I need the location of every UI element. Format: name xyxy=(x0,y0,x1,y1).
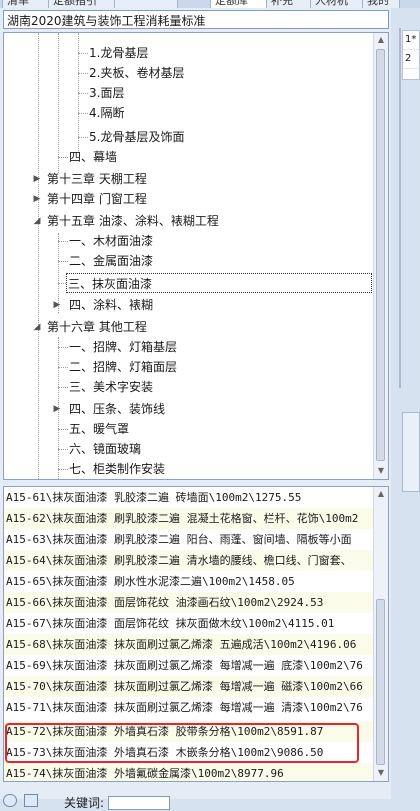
tree-connector xyxy=(78,93,88,94)
tree-node-chapter[interactable]: 第十六章 其他工程 xyxy=(46,317,148,337)
tree-node[interactable]: 一、木材面油漆 xyxy=(68,231,154,251)
splitter[interactable] xyxy=(399,28,401,388)
list-item[interactable]: A15-68\抹灰面油漆 抹灰面刷过氯乙烯漆 五遍成活\100m2\4196.0… xyxy=(4,634,374,655)
tree-node[interactable]: 四、涂料、裱糊 xyxy=(68,295,154,315)
list-item[interactable]: A15-70\抹灰面油漆 抹灰面刷过氯乙烯漆 每增减一遍 磁漆\100m2\66 xyxy=(4,676,374,697)
keyword-input[interactable] xyxy=(108,796,170,810)
tree-node[interactable]: 四、幕墙 xyxy=(68,147,118,167)
list-item[interactable]: A15-74\抹灰面油漆 外墙氟碳金属漆\100m2\8977.96 xyxy=(4,763,374,781)
tree-node[interactable]: 5.龙骨基层及饰面 xyxy=(88,127,185,147)
list-item[interactable]: A15-69\抹灰面油漆 抹灰面刷过氯乙烯漆 每增减一遍 底漆\100m2\76 xyxy=(4,655,374,676)
tree-connector xyxy=(58,469,68,470)
tree-node-chapter[interactable]: 第十四章 门窗工程 xyxy=(46,189,148,209)
tree-connector xyxy=(58,33,59,173)
list-item[interactable]: A15-65\抹灰面油漆 刷水性水泥漆二遍\100m2\1458.05 xyxy=(4,571,374,592)
tree-node[interactable]: 1.龙骨基层 xyxy=(88,43,149,63)
collapse-chevron-icon[interactable]: ◢ xyxy=(32,322,42,332)
tree-connector xyxy=(78,137,88,138)
list-item[interactable]: A15-66\抹灰面油漆 面层饰花纹 油漆画石纹\100m2\2924.53 xyxy=(4,592,374,613)
expand-chevron-icon[interactable]: ▶ xyxy=(32,194,42,204)
tree-node[interactable]: 4.隔断 xyxy=(88,103,125,123)
tree-node[interactable]: 五、暖气罩 xyxy=(68,419,130,439)
keyword-label: 关键词: xyxy=(64,796,105,810)
chapter-tree: 1.龙骨基层 2.夹板、卷材基层 3.面层 4.隔断 5.龙骨基层及饰面 四、幕… xyxy=(3,32,389,480)
tree-connector xyxy=(78,73,88,74)
tree-connector xyxy=(58,449,68,450)
tree-connector xyxy=(58,429,68,430)
grid-row[interactable]: 2 xyxy=(403,50,419,69)
library-select[interactable]: 湖南2020建筑与装饰工程消耗量标准 xyxy=(3,10,389,29)
property-panel xyxy=(402,412,420,492)
bottom-toolbar: 关键词: xyxy=(0,791,391,810)
scroll-down-arrow-icon[interactable]: ▼ xyxy=(375,465,387,477)
tree-connector xyxy=(38,33,39,479)
tree-connector xyxy=(58,347,68,348)
collapse-chevron-icon[interactable]: ◢ xyxy=(32,216,42,226)
tree-connector xyxy=(78,113,88,114)
list-item[interactable]: A15-71\抹灰面油漆 抹灰面刷过氯乙烯漆 每增减一遍 清漆\100m2\76 xyxy=(4,697,374,718)
tree-connector xyxy=(58,387,68,388)
expand-chevron-icon[interactable]: ▶ xyxy=(52,404,62,414)
tree-node[interactable]: 七、柜类制作安装 xyxy=(68,459,166,479)
tree-node-selected[interactable]: 三、抹灰面油漆 xyxy=(66,273,372,293)
list-item[interactable]: A15-64\抹灰面油漆 刷乳胶漆二遍 清水墙的腰线、檐口线、门窗套、 xyxy=(4,550,374,571)
scroll-down-arrow-icon[interactable]: ▼ xyxy=(375,767,387,779)
right-panel: 1* 2 xyxy=(391,8,420,799)
list-item[interactable]: A15-62\抹灰面油漆 刷乳胶漆二遍 混凝土花格窗、栏杆、花饰\100m2 xyxy=(4,508,374,529)
tree-node-chapter[interactable]: 第十三章 天棚工程 xyxy=(46,169,148,189)
tree-node[interactable]: 二、招牌、灯箱面层 xyxy=(68,357,178,377)
tree-connector xyxy=(58,367,68,368)
tree-node[interactable]: 六、镜面玻璃 xyxy=(68,439,142,459)
tree-connector xyxy=(58,157,68,158)
scroll-thumb[interactable] xyxy=(376,49,385,461)
tree-scrollbar[interactable]: ▲ ▼ xyxy=(373,33,388,479)
scroll-thumb[interactable] xyxy=(376,599,385,765)
list-item[interactable]: A15-67\抹灰面油漆 面层饰花纹 抹灰面做木纹\100m2\4115.01 xyxy=(4,613,374,634)
scroll-up-arrow-icon[interactable]: ▲ xyxy=(375,488,387,500)
tree-node-chapter[interactable]: 第十五章 油漆、涂料、裱糊工程 xyxy=(46,211,220,231)
tree-node[interactable]: 2.夹板、卷材基层 xyxy=(88,63,185,83)
quota-list: A15-61\抹灰面油漆 乳胶漆二遍 砖墙面\100m2\1275.55 A15… xyxy=(3,486,389,782)
tree-connector xyxy=(78,53,88,54)
tree-node[interactable]: 四、压条、装饰线 xyxy=(68,399,166,419)
red-highlight-box xyxy=(5,723,359,763)
tree-connector xyxy=(58,241,68,242)
library-panel: 湖南2020建筑与装饰工程消耗量标准 1.龙骨基层 2.夹板、卷材基层 3.面层… xyxy=(0,8,391,810)
scroll-up-arrow-icon[interactable]: ▲ xyxy=(375,34,387,46)
list-scrollbar[interactable]: ▲ ▼ xyxy=(373,487,388,781)
tree-node[interactable]: 二、金属面油漆 xyxy=(68,251,154,271)
search-icon[interactable] xyxy=(3,794,17,807)
tree-node[interactable]: 三、美术字安装 xyxy=(68,377,154,397)
tree-connector xyxy=(58,261,68,262)
bill-grid: 1* 2 xyxy=(402,30,420,80)
expand-chevron-icon[interactable]: ▶ xyxy=(52,300,62,310)
grid-row[interactable]: 1* xyxy=(403,31,419,50)
tree-node[interactable]: 一、招牌、灯箱基层 xyxy=(68,337,178,357)
expand-chevron-icon[interactable]: ▶ xyxy=(32,174,42,184)
list-view-icon[interactable] xyxy=(24,794,38,807)
library-select-value: 湖南2020建筑与装饰工程消耗量标准 xyxy=(7,14,206,28)
list-item[interactable]: A15-61\抹灰面油漆 乳胶漆二遍 砖墙面\100m2\1275.55 xyxy=(4,487,374,508)
tree-node[interactable]: 3.面层 xyxy=(88,83,125,103)
list-item[interactable]: A15-63\抹灰面油漆 刷乳胶漆二遍 阳台、雨蓬、窗间墙、隔板等小面 xyxy=(4,529,374,550)
